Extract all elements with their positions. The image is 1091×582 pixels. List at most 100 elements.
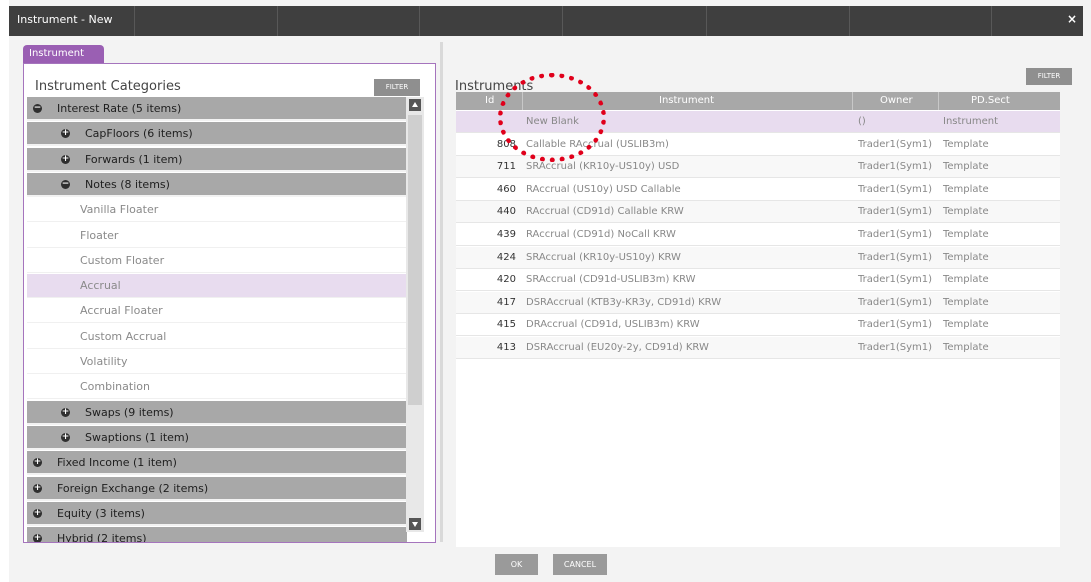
titlebar-divider <box>706 6 707 36</box>
cell-pdsect: Template <box>943 206 989 218</box>
table-row[interactable]: 415 DRAccrual (CD91d, USLIB3m) KRW Trader1… <box>456 314 1060 337</box>
category-item[interactable]: Accrual Floater <box>27 299 407 324</box>
cell-instrument: RAccrual (CD91d) NoCall KRW <box>526 229 676 240</box>
cell-pdsect: Template <box>943 161 989 173</box>
cell-pdsect: Template <box>943 138 989 150</box>
category-item[interactable]: Vanilla Floater <box>27 198 407 223</box>
category-label: Vanilla Floater <box>80 203 159 217</box>
category-label: Foreign Exchange (2 items) <box>57 481 209 495</box>
titlebar-divider <box>562 6 563 36</box>
category-label: Hybrid (2 items) <box>57 532 147 543</box>
cell-id: 413 <box>496 342 516 353</box>
category-item[interactable]: Custom Accrual <box>27 325 407 349</box>
cell-owner: Trader1(Sym1) <box>858 342 933 353</box>
table-row[interactable]: 420 SRAccrual (CD91d-USLIB3m) KRW Trader1(… <box>456 269 1060 292</box>
categories-panel: Instrument Categories FILTER − Interest R… <box>23 63 436 543</box>
category-group[interactable]: + Hybrid (2 items) <box>27 527 407 543</box>
category-item[interactable]: Combination <box>27 375 407 400</box>
table-row[interactable]: 439 RAccrual (CD91d) NoCall KRW Trader1(Sy… <box>456 224 1060 246</box>
column-header-id[interactable]: Id <box>485 95 494 106</box>
cell-id: 440 <box>496 206 516 218</box>
table-row[interactable]: 413 DSRAccrual (EU20y-2y, CD91d) KRW Trade… <box>456 337 1060 359</box>
cell-pdsect: Template <box>943 342 989 353</box>
expand-icon[interactable]: + <box>33 508 42 518</box>
category-item[interactable]: Floater <box>27 224 407 248</box>
cell-pdsect: Template <box>943 319 989 331</box>
category-item[interactable]: Custom Floater <box>27 249 407 273</box>
tab-instrument[interactable]: Instrument <box>23 45 104 63</box>
cell-id: 439 <box>496 229 516 240</box>
cell-id: 460 <box>496 183 516 195</box>
close-icon[interactable]: × <box>1067 12 1077 26</box>
cell-owner: Trader1(Sym1) <box>858 161 933 173</box>
category-label: CapFloors (6 items) <box>85 127 193 141</box>
expand-icon[interactable]: + <box>61 432 70 442</box>
category-item[interactable]: Volatility <box>27 350 407 374</box>
title-bar: Instrument - New × <box>9 6 1083 36</box>
cancel-button[interactable]: CANCEL <box>553 554 607 575</box>
column-header-instrument[interactable]: Instrument <box>659 95 714 106</box>
table-row[interactable]: 460 RAccrual (US10y) USD Callable Trader1(… <box>456 178 1060 201</box>
column-divider <box>852 92 853 110</box>
cell-owner: Trader1(Sym1) <box>858 296 933 308</box>
instruments-filter-button[interactable]: FILTER <box>1026 68 1072 85</box>
cell-instrument: SRAccrual (KR10y-US10y) USD <box>526 161 680 173</box>
scroll-down-icon[interactable] <box>409 518 421 530</box>
scroll-up-icon[interactable] <box>409 99 421 111</box>
column-divider <box>938 92 939 110</box>
category-label: Forwards (1 item) <box>85 152 183 166</box>
table-row[interactable]: 424 SRAccrual (KR10y-US10y) KRW Trader1(Sy… <box>456 246 1060 269</box>
category-label: Interest Rate (5 items) <box>57 102 182 115</box>
cell-id: 415 <box>496 319 516 331</box>
category-group[interactable]: − Interest Rate (5 items) <box>27 97 407 121</box>
expand-icon[interactable]: + <box>61 154 70 164</box>
cell-owner: Trader1(Sym1) <box>858 251 933 263</box>
cell-id: 711 <box>496 161 516 173</box>
categories-filter-button[interactable]: FILTER <box>374 79 420 96</box>
category-label: Floater <box>80 228 119 242</box>
expand-icon[interactable]: + <box>61 407 70 417</box>
expand-icon[interactable]: + <box>33 534 42 542</box>
ok-button[interactable]: OK <box>495 554 538 575</box>
category-group[interactable]: + Fixed Income (1 item) <box>27 451 407 476</box>
category-label: Equity (3 items) <box>57 506 145 520</box>
cell-pdsect: Template <box>943 183 989 195</box>
category-group[interactable]: + CapFloors (6 items) <box>27 122 407 147</box>
titlebar-divider <box>991 6 992 36</box>
collapse-icon[interactable]: − <box>61 179 70 189</box>
cell-owner: Trader1(Sym1) <box>858 138 933 150</box>
category-item[interactable]: Accrual <box>27 274 407 299</box>
cell-instrument: DSRAccrual (EU20y-2y, CD91d) KRW <box>526 342 709 353</box>
collapse-icon[interactable]: − <box>33 104 42 113</box>
cell-instrument: RAccrual (CD91d) Callable KRW <box>526 206 684 218</box>
categories-scrollbar[interactable] <box>406 97 424 532</box>
category-group[interactable]: + Foreign Exchange (2 items) <box>27 476 407 501</box>
category-group[interactable]: + Forwards (1 item) <box>27 147 407 172</box>
scroll-thumb[interactable] <box>408 115 422 405</box>
titlebar-divider <box>849 6 850 36</box>
expand-icon[interactable]: + <box>33 458 42 468</box>
panel-splitter[interactable] <box>440 42 443 542</box>
category-label: Volatility <box>80 355 128 368</box>
cell-pdsect: Template <box>943 251 989 263</box>
cell-pdsect: Template <box>943 296 989 308</box>
highlight-circle <box>498 73 606 162</box>
table-row[interactable]: 440 RAccrual (CD91d) Callable KRW Trader1(… <box>456 201 1060 224</box>
column-header-owner[interactable]: Owner <box>880 95 913 106</box>
expand-icon[interactable]: + <box>61 129 70 139</box>
titlebar-divider <box>277 6 278 36</box>
cell-owner: Trader1(Sym1) <box>858 319 933 331</box>
cell-owner: Trader1(Sym1) <box>858 183 933 195</box>
column-header-pdsect[interactable]: PD.Sect <box>971 95 1010 106</box>
titlebar-divider <box>134 6 135 36</box>
expand-icon[interactable]: + <box>33 483 42 493</box>
cell-owner: Trader1(Sym1) <box>858 206 933 218</box>
category-group[interactable]: + Swaptions (1 item) <box>27 425 407 450</box>
category-group[interactable]: − Notes (8 items) <box>27 172 407 197</box>
table-row[interactable]: 417 DSRAccrual (KTB3y-KR3y, CD91d) KRW Tra… <box>456 291 1060 314</box>
category-group[interactable]: + Equity (3 items) <box>27 501 407 526</box>
cell-owner: () <box>858 116 866 127</box>
category-group[interactable]: + Swaps (9 items) <box>27 400 407 425</box>
cell-pdsect: Template <box>943 229 989 240</box>
cell-pdsect: Instrument <box>943 116 999 127</box>
